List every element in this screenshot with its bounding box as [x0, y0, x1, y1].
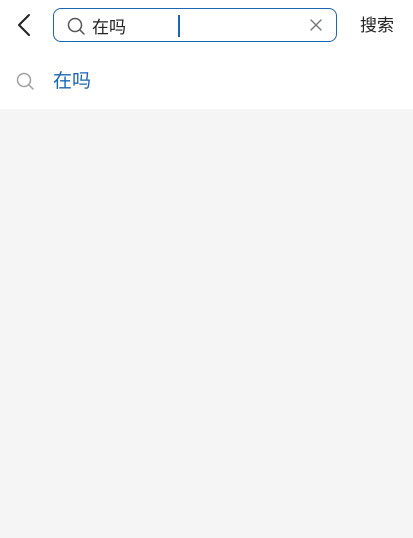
- search-screen: 搜索 在吗: [0, 0, 413, 538]
- close-icon[interactable]: [308, 17, 324, 33]
- suggestion-item[interactable]: 在吗: [0, 54, 413, 109]
- suggestion-list: 在吗: [0, 54, 413, 109]
- search-input[interactable]: [92, 14, 292, 36]
- search-header: 搜索: [0, 0, 413, 54]
- text-caret: [178, 15, 180, 37]
- suggestion-label: 在吗: [53, 70, 92, 92]
- search-button[interactable]: 搜索: [352, 12, 402, 40]
- search-icon: [67, 17, 85, 35]
- chevron-left-icon: [18, 14, 30, 36]
- search-icon: [16, 72, 34, 90]
- back-button[interactable]: [10, 10, 40, 40]
- search-box[interactable]: [53, 8, 337, 42]
